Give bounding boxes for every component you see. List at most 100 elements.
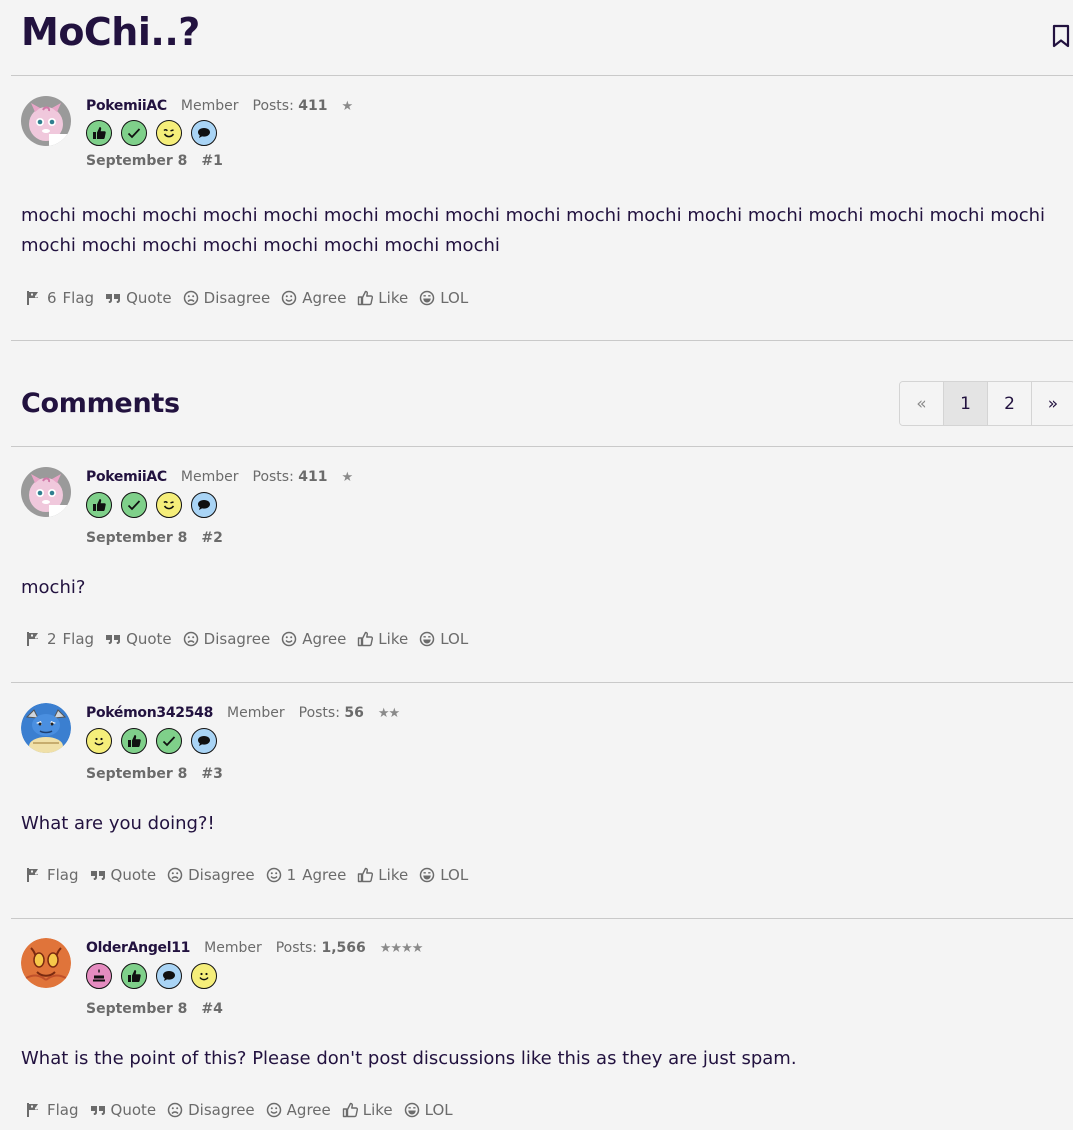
avatar[interactable] xyxy=(21,467,71,517)
disagree-button[interactable]: Disagree xyxy=(167,1101,255,1119)
wink-badge-icon[interactable] xyxy=(156,120,182,146)
thumbs-up-badge-icon[interactable] xyxy=(86,492,112,518)
thumbs-up-badge-icon[interactable] xyxy=(121,963,147,989)
page-2-button[interactable]: 2 xyxy=(988,382,1032,425)
post-number[interactable]: #2 xyxy=(201,530,222,546)
check-badge-icon[interactable] xyxy=(121,492,147,518)
post-date[interactable]: September 8 xyxy=(86,153,187,169)
agree-button[interactable]: Agree xyxy=(266,1101,331,1119)
disagree-button[interactable]: Disagree xyxy=(183,289,270,307)
post-count: Posts: 411 xyxy=(252,469,328,485)
quote-button[interactable]: Quote xyxy=(90,1101,156,1119)
smile-badge-icon[interactable] xyxy=(191,963,217,989)
user-role: Member xyxy=(227,705,285,721)
laugh-icon xyxy=(419,867,435,883)
disagree-button[interactable]: Disagree xyxy=(183,630,270,648)
smile-icon xyxy=(266,1102,282,1118)
divider xyxy=(11,682,1073,683)
post-date[interactable]: September 8 xyxy=(86,766,187,782)
post-date[interactable]: September 8 xyxy=(86,1001,187,1017)
frown-icon xyxy=(167,867,183,883)
divider xyxy=(11,446,1073,447)
post-count: Posts: 411 xyxy=(252,98,328,114)
disagree-button[interactable]: Disagree xyxy=(167,866,255,884)
badge-row xyxy=(86,120,217,148)
avatar-jigglypuff-icon xyxy=(21,96,71,146)
flag-button[interactable]: 6 Flag xyxy=(26,289,94,307)
user-role: Member xyxy=(204,940,262,956)
avatar[interactable] xyxy=(21,703,71,753)
post-meta: September 8 #2 xyxy=(86,530,223,546)
thumbs-up-icon xyxy=(342,1102,358,1118)
flag-count: 2 xyxy=(47,630,57,648)
frown-icon xyxy=(183,631,199,647)
username[interactable]: OlderAngel11 xyxy=(86,940,190,956)
cake-badge-icon[interactable] xyxy=(86,963,112,989)
avatar[interactable] xyxy=(21,96,71,146)
comments-heading: Comments xyxy=(21,388,180,419)
user-role: Member xyxy=(180,98,239,114)
chat-badge-icon[interactable] xyxy=(191,492,217,518)
post-body: What is the point of this? Please don't … xyxy=(21,1048,797,1069)
flag-button[interactable]: Flag xyxy=(26,1101,79,1119)
avatar-blastoise-icon xyxy=(21,703,71,753)
quote-icon xyxy=(90,1102,106,1118)
agree-button[interactable]: Agree xyxy=(281,630,346,648)
thumbs-up-badge-icon[interactable] xyxy=(121,728,147,754)
thumbs-up-icon xyxy=(357,867,373,883)
prev-page-button[interactable]: « xyxy=(900,382,944,425)
quote-icon xyxy=(105,631,121,647)
agree-count: 1 xyxy=(286,866,297,884)
frown-icon xyxy=(183,290,199,306)
smile-icon xyxy=(266,867,282,883)
user-line: OlderAngel11 Member Posts: 1,566 ★★★★ xyxy=(86,938,424,958)
agree-button[interactable]: 1 Agree xyxy=(266,866,346,884)
flag-button[interactable]: Flag xyxy=(26,866,79,884)
username[interactable]: PokemiiAC xyxy=(86,469,167,485)
bookmark-button[interactable] xyxy=(1052,24,1070,48)
quote-button[interactable]: Quote xyxy=(105,630,172,648)
bookmark-icon xyxy=(1052,24,1070,48)
chat-badge-icon[interactable] xyxy=(191,728,217,754)
wink-badge-icon[interactable] xyxy=(156,492,182,518)
quote-icon xyxy=(90,867,106,883)
chat-badge-icon[interactable] xyxy=(156,963,182,989)
quote-button[interactable]: Quote xyxy=(90,866,156,884)
thumbs-up-badge-icon[interactable] xyxy=(86,120,112,146)
flag-button[interactable]: 2 Flag xyxy=(26,630,94,648)
lol-button[interactable]: LOL xyxy=(419,289,468,307)
post-number[interactable]: #4 xyxy=(201,1001,222,1017)
rank-stars: ★★★★ xyxy=(379,940,424,956)
post-number[interactable]: #3 xyxy=(201,766,222,782)
user-line: PokemiiAC Member Posts: 411 ★ xyxy=(86,467,354,487)
flag-icon xyxy=(26,1102,42,1118)
page-1-button[interactable]: 1 xyxy=(944,382,988,425)
flag-count: 6 xyxy=(47,289,57,307)
check-badge-icon[interactable] xyxy=(156,728,182,754)
username[interactable]: PokemiiAC xyxy=(86,98,167,114)
agree-button[interactable]: Agree xyxy=(281,289,346,307)
quote-icon xyxy=(105,290,121,306)
user-line: PokemiiAC Member Posts: 411 ★ xyxy=(86,96,353,116)
next-page-button[interactable]: » xyxy=(1032,382,1073,425)
divider xyxy=(11,75,1073,76)
avatar[interactable] xyxy=(21,938,71,988)
flag-icon xyxy=(26,867,42,883)
rank-stars: ★ xyxy=(341,469,354,485)
like-button[interactable]: Like xyxy=(357,289,408,307)
username[interactable]: Pokémon342548 xyxy=(86,705,213,721)
smile-badge-icon[interactable] xyxy=(86,728,112,754)
post-date[interactable]: September 8 xyxy=(86,530,187,546)
like-button[interactable]: Like xyxy=(342,1101,393,1119)
like-button[interactable]: Like xyxy=(357,866,408,884)
flag-icon xyxy=(26,290,42,306)
like-button[interactable]: Like xyxy=(357,630,408,648)
quote-button[interactable]: Quote xyxy=(105,289,172,307)
lol-button[interactable]: LOL xyxy=(419,866,468,884)
check-badge-icon[interactable] xyxy=(121,120,147,146)
chat-badge-icon[interactable] xyxy=(191,120,217,146)
post-number[interactable]: #1 xyxy=(201,153,222,169)
user-role: Member xyxy=(180,469,239,485)
lol-button[interactable]: LOL xyxy=(419,630,468,648)
lol-button[interactable]: LOL xyxy=(404,1101,453,1119)
